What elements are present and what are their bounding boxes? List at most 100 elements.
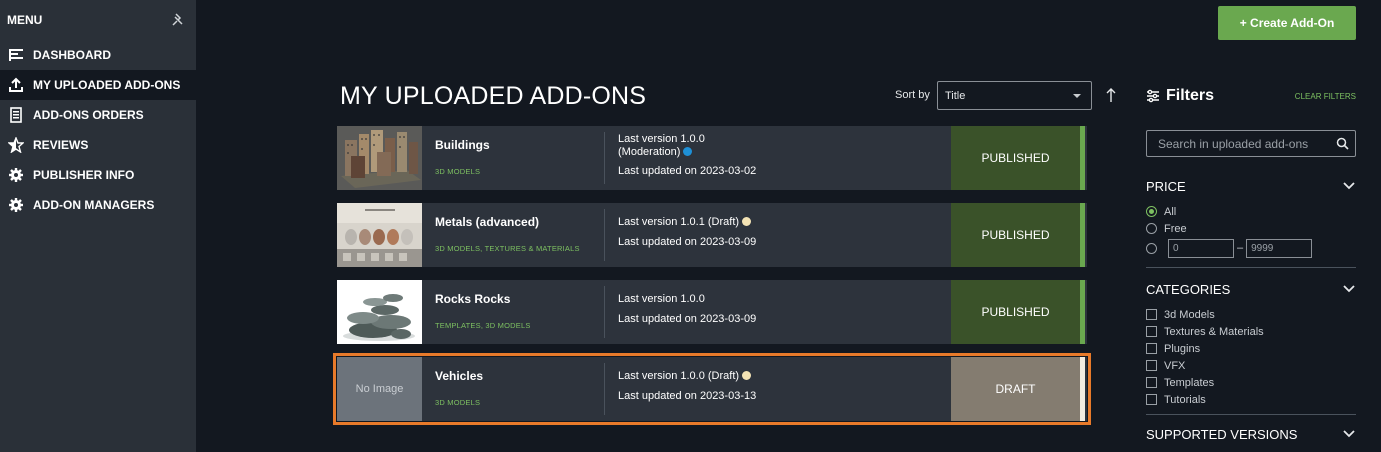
categories-section: CATEGORIES 3d Models Textures & Material… xyxy=(1146,268,1356,415)
addon-title: Rocks Rocks xyxy=(435,292,511,306)
gear-icon xyxy=(7,166,25,184)
category-templates[interactable]: Templates xyxy=(1146,374,1356,391)
filters-panel: Filters CLEAR FILTERS Search in uploaded… xyxy=(1146,80,1356,447)
checkbox[interactable] xyxy=(1146,326,1157,337)
range-dash: – xyxy=(1237,242,1244,254)
price-option-label: Free xyxy=(1164,222,1187,235)
price-min-input[interactable]: 0 xyxy=(1168,238,1234,258)
sidebar-item-label: ADD-ON MANAGERS xyxy=(33,198,155,212)
sliders-icon xyxy=(1147,89,1159,103)
category-textures-materials[interactable]: Textures & Materials xyxy=(1146,323,1356,340)
supported-versions-label: SUPPORTED VERSIONS xyxy=(1146,426,1298,442)
gear-icon xyxy=(7,196,25,214)
moderation-status-dot-icon xyxy=(683,147,693,156)
addon-categories: 3D MODELS, TEXTURES & MATERIALS xyxy=(435,244,580,253)
radio-range[interactable] xyxy=(1146,242,1157,254)
addon-info: Vehicles 3D MODELS xyxy=(422,357,604,421)
supported-versions-toggle[interactable]: SUPPORTED VERSIONS xyxy=(1146,421,1356,447)
price-option-free[interactable]: Free xyxy=(1146,220,1356,237)
search-input[interactable]: Search in uploaded add-ons xyxy=(1146,130,1356,157)
chevron-down-icon xyxy=(1343,182,1355,190)
dashboard-icon xyxy=(7,46,25,64)
checkbox[interactable] xyxy=(1146,394,1157,405)
sidebar-item-add-ons-orders[interactable]: ADD-ONS ORDERS xyxy=(0,100,196,130)
category-label: 3d Models xyxy=(1164,308,1215,321)
search-placeholder: Search in uploaded add-ons xyxy=(1158,136,1309,151)
addon-updated: Last updated on 2023-03-09 xyxy=(618,236,757,248)
checkbox[interactable] xyxy=(1146,343,1157,354)
pin-icon[interactable] xyxy=(170,12,186,28)
category-plugins[interactable]: Plugins xyxy=(1146,340,1356,357)
checkbox[interactable] xyxy=(1146,360,1157,371)
chevron-down-icon xyxy=(1343,430,1355,438)
addon-version: Last version 1.0.0 xyxy=(618,133,705,145)
price-option-range[interactable]: 0 – 9999 xyxy=(1146,237,1356,259)
addon-card-metals[interactable]: Metals (advanced) 3D MODELS, TEXTURES & … xyxy=(337,203,1087,267)
sidebar-item-label: MY UPLOADED ADD-ONS xyxy=(33,78,181,92)
status-badge: PUBLISHED xyxy=(951,280,1080,344)
addon-version-info: Last version 1.0.0 (Draft) Last updated … xyxy=(605,357,951,421)
sidebar-item-dashboard[interactable]: DASHBOARD xyxy=(0,40,196,70)
addon-card-buildings[interactable]: Buildings 3D MODELS Last version 1.0.0 (… xyxy=(337,126,1087,190)
categories-label: CATEGORIES xyxy=(1146,281,1231,297)
supported-versions-section: SUPPORTED VERSIONS xyxy=(1146,415,1356,447)
sidebar-item-publisher-info[interactable]: PUBLISHER INFO xyxy=(0,160,196,190)
addon-thumbnail-buildings xyxy=(337,126,422,190)
orders-icon xyxy=(7,106,25,124)
sidebar: MENU DASHBOARD MY UPLOADED ADD-ONS ADD-O… xyxy=(0,0,196,452)
draft-status-dot-icon xyxy=(742,371,752,380)
addon-version: Last version 1.0.0 xyxy=(618,293,705,305)
addon-version: Last version 1.0.1 (Draft) xyxy=(618,216,740,228)
checkbox[interactable] xyxy=(1146,309,1157,320)
filters-header: Filters CLEAR FILTERS xyxy=(1146,80,1356,112)
status-badge: PUBLISHED xyxy=(951,126,1080,190)
sort-select[interactable]: Title xyxy=(937,81,1092,110)
sidebar-item-label: PUBLISHER INFO xyxy=(33,168,135,182)
chevron-down-icon xyxy=(1343,285,1355,293)
price-option-all[interactable]: All xyxy=(1146,203,1356,220)
sidebar-item-add-on-managers[interactable]: ADD-ON MANAGERS xyxy=(0,190,196,220)
category-label: Textures & Materials xyxy=(1164,325,1264,338)
category-label: Plugins xyxy=(1164,342,1201,355)
arrow-up-icon xyxy=(1106,88,1116,102)
addon-version-note: (Moderation) xyxy=(618,146,681,158)
price-option-label: All xyxy=(1164,205,1177,218)
addon-title: Buildings xyxy=(435,138,490,152)
draft-status-dot-icon xyxy=(742,217,752,226)
categories-section-toggle[interactable]: CATEGORIES xyxy=(1146,272,1356,306)
sidebar-item-reviews[interactable]: REVIEWS xyxy=(0,130,196,160)
addon-version-row: Last version 1.0.1 (Draft) xyxy=(618,216,951,229)
sidebar-item-my-uploaded-add-ons[interactable]: MY UPLOADED ADD-ONS xyxy=(0,70,196,100)
sort-direction-button[interactable] xyxy=(1102,84,1120,106)
category-label: Tutorials xyxy=(1164,393,1206,406)
addon-info: Rocks Rocks TEMPLATES, 3D MODELS xyxy=(422,280,604,344)
addon-card-rocks[interactable]: Rocks Rocks TEMPLATES, 3D MODELS Last ve… xyxy=(337,280,1087,344)
category-vfx[interactable]: VFX xyxy=(1146,357,1356,374)
addon-title: Metals (advanced) xyxy=(435,215,540,229)
sidebar-item-label: DASHBOARD xyxy=(33,48,111,62)
status-stripe xyxy=(1080,203,1085,267)
price-max-input[interactable]: 9999 xyxy=(1246,238,1313,258)
menu-title: MENU xyxy=(7,13,43,27)
clear-filters-link[interactable]: CLEAR FILTERS xyxy=(1295,92,1356,101)
status-stripe xyxy=(1080,280,1085,344)
radio-all[interactable] xyxy=(1146,206,1157,217)
filters-title-text: Filters xyxy=(1166,87,1215,104)
addon-card-vehicles[interactable]: No Image Vehicles 3D MODELS Last version… xyxy=(333,353,1091,425)
price-section-toggle[interactable]: PRICE xyxy=(1146,169,1356,203)
sort-label: Sort by xyxy=(895,89,930,101)
addon-version-info: Last version 1.0.0 (Moderation) Last upd… xyxy=(605,126,951,190)
status-badge: DRAFT xyxy=(951,357,1080,421)
create-add-on-button[interactable]: + Create Add-On xyxy=(1218,6,1356,40)
star-icon xyxy=(7,136,25,154)
no-image-placeholder: No Image xyxy=(337,357,422,421)
status-badge: PUBLISHED xyxy=(951,203,1080,267)
caret-down-icon xyxy=(1073,93,1081,98)
category-label: VFX xyxy=(1164,359,1186,372)
category-tutorials[interactable]: Tutorials xyxy=(1146,391,1356,408)
addon-list: Buildings 3D MODELS Last version 1.0.0 (… xyxy=(333,126,1091,434)
radio-free[interactable] xyxy=(1146,223,1157,234)
checkbox[interactable] xyxy=(1146,377,1157,388)
addon-updated: Last updated on 2023-03-13 xyxy=(618,390,757,402)
category-3d-models[interactable]: 3d Models xyxy=(1146,306,1356,323)
